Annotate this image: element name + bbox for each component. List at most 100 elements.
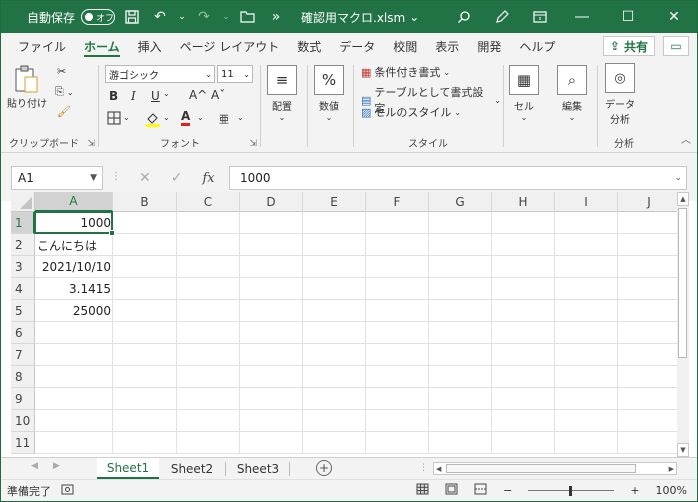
copy-button[interactable]: ⎘ ⌄: [55, 85, 74, 99]
tab-data[interactable]: データ: [330, 33, 384, 59]
row-header-1[interactable]: 1: [11, 212, 35, 234]
sheet-tab-sheet1[interactable]: Sheet1: [97, 458, 159, 479]
share-button[interactable]: ⇪ 共有: [602, 36, 655, 56]
font-launcher-icon[interactable]: ⇲: [249, 139, 257, 149]
zoom-level[interactable]: 100%: [656, 484, 687, 497]
tab-formulas[interactable]: 数式: [288, 33, 330, 59]
name-box-dropdown-icon[interactable]: ▼: [90, 173, 97, 183]
next-sheet-icon[interactable]: ▶: [53, 461, 60, 471]
editing-button[interactable]: ⌕ 編集 ⌄: [557, 65, 587, 122]
row-header-4[interactable]: 4: [11, 278, 35, 300]
undo-dropdown-icon[interactable]: ⌄: [177, 6, 187, 28]
comments-button[interactable]: ▭: [663, 36, 689, 56]
column-header-g[interactable]: G: [429, 192, 492, 212]
shrink-font-button[interactable]: Aˇ: [211, 88, 225, 102]
column-header-h[interactable]: H: [492, 192, 555, 212]
enter-icon[interactable]: ✓: [171, 170, 183, 186]
row-header-2[interactable]: 2: [11, 234, 35, 256]
select-all-button[interactable]: [11, 192, 35, 212]
window-title[interactable]: 確認用マクロ.xlsm ⌄: [301, 1, 419, 33]
undo-icon[interactable]: ↶: [149, 6, 171, 28]
scroll-right-icon[interactable]: ▶: [669, 465, 674, 473]
horizontal-scrollbar[interactable]: ◀ ▶: [433, 462, 677, 475]
borders-dropdown-icon[interactable]: ⌄: [123, 113, 130, 122]
font-size-select[interactable]: 11 ⌄: [217, 65, 253, 83]
sheet-tab-sheet3[interactable]: Sheet3: [227, 458, 289, 479]
format-painter-button[interactable]: 🖌: [57, 105, 71, 118]
bold-button[interactable]: B: [109, 89, 118, 103]
tab-developer[interactable]: 開発: [468, 33, 510, 59]
add-sheet-icon[interactable]: +: [316, 460, 332, 476]
worksheet-grid[interactable]: A B C D E F G H I J 1 2 3 4 5 6 7 8 9 10 11 1000 こんにちは 2021/10/…: [11, 192, 677, 454]
column-header-b[interactable]: B: [113, 192, 177, 212]
name-box[interactable]: A1 ▼: [11, 166, 103, 190]
underline-dropdown-icon[interactable]: ⌄: [163, 89, 170, 98]
vertical-scrollbar[interactable]: ▲ ▼: [677, 192, 689, 457]
phonetic-icon[interactable]: 亜: [219, 111, 229, 126]
tab-help[interactable]: ヘルプ: [510, 33, 564, 59]
prev-sheet-icon[interactable]: ◀: [31, 461, 38, 471]
tab-file[interactable]: ファイル: [9, 33, 75, 59]
clipboard-launcher-icon[interactable]: ⇲: [87, 139, 95, 149]
column-header-c[interactable]: C: [177, 192, 240, 212]
row-header-10[interactable]: 10: [11, 410, 35, 432]
row-header-6[interactable]: 6: [11, 322, 35, 344]
row-header-5[interactable]: 5: [11, 300, 35, 322]
column-header-f[interactable]: F: [366, 192, 429, 212]
zoom-in-icon[interactable]: +: [630, 484, 639, 497]
cell-a5[interactable]: 25000: [35, 300, 113, 322]
tab-insert[interactable]: 挿入: [129, 33, 171, 59]
conditional-formatting-button[interactable]: ▦ 条件付き書式 ⌄: [361, 64, 450, 80]
designer-pen-icon[interactable]: [483, 6, 521, 28]
italic-button[interactable]: I: [131, 89, 136, 103]
scroll-left-icon[interactable]: ◀: [436, 465, 441, 473]
column-header-d[interactable]: D: [240, 192, 303, 212]
page-layout-view-icon[interactable]: [445, 483, 458, 498]
column-header-a[interactable]: A: [35, 192, 113, 212]
fill-dropdown-icon[interactable]: ⌄: [163, 113, 170, 122]
vertical-scroll-thumb[interactable]: [678, 208, 687, 358]
redo-icon[interactable]: ↷: [193, 6, 215, 28]
collapse-ribbon-icon[interactable]: ︿: [681, 131, 691, 146]
row-header-11[interactable]: 11: [11, 432, 35, 454]
accessibility-icon[interactable]: [61, 484, 74, 499]
sheet-tab-sheet2[interactable]: Sheet2: [161, 458, 223, 479]
scroll-down-icon[interactable]: ▼: [677, 443, 689, 457]
formula-bar-grip-icon[interactable]: ⋮: [111, 171, 121, 182]
formula-input[interactable]: 1000 ⌄: [229, 166, 687, 190]
tab-split-grip-icon[interactable]: ⋮: [419, 463, 428, 473]
fill-color-icon[interactable]: [145, 111, 161, 127]
cells-button[interactable]: ▦ セル ⌄: [509, 65, 539, 122]
borders-icon[interactable]: [107, 111, 121, 125]
normal-view-icon[interactable]: [416, 483, 429, 498]
minimize-button[interactable]: ―: [559, 1, 605, 33]
cut-button[interactable]: ✂: [57, 65, 66, 78]
cell-a3[interactable]: 2021/10/10: [35, 256, 113, 278]
maximize-button[interactable]: ☐: [605, 1, 651, 33]
save-icon[interactable]: [121, 6, 143, 28]
redo-dropdown-icon[interactable]: ⌄: [221, 6, 231, 28]
zoom-slider[interactable]: [528, 484, 615, 498]
underline-button[interactable]: U: [151, 89, 160, 103]
tab-page-layout[interactable]: ページ レイアウト: [171, 33, 289, 59]
row-header-7[interactable]: 7: [11, 344, 35, 366]
tab-home[interactable]: ホーム: [75, 33, 129, 59]
row-header-3[interactable]: 3: [11, 256, 35, 278]
page-break-view-icon[interactable]: [474, 483, 487, 498]
scroll-up-icon[interactable]: ▲: [677, 192, 689, 206]
cell-styles-button[interactable]: ▨ セルのスタイル ⌄: [361, 104, 461, 120]
column-header-j[interactable]: J: [618, 192, 677, 212]
open-folder-icon[interactable]: [237, 6, 259, 28]
analyze-data-button[interactable]: ◎ データ 分析: [605, 63, 635, 126]
row-header-8[interactable]: 8: [11, 366, 35, 388]
number-format-button[interactable]: % 数値 ⌄: [314, 65, 344, 122]
zoom-out-icon[interactable]: −: [503, 484, 512, 497]
horizontal-scroll-thumb[interactable]: [446, 464, 636, 473]
cell-a4[interactable]: 3.1415: [35, 278, 113, 300]
grow-font-button[interactable]: A^: [189, 88, 207, 102]
font-color-button[interactable]: A: [181, 109, 191, 126]
fill-handle[interactable]: [109, 230, 115, 236]
column-header-e[interactable]: E: [303, 192, 366, 212]
tab-view[interactable]: 表示: [426, 33, 468, 59]
phonetic-dropdown-icon[interactable]: ⌄: [237, 113, 244, 122]
